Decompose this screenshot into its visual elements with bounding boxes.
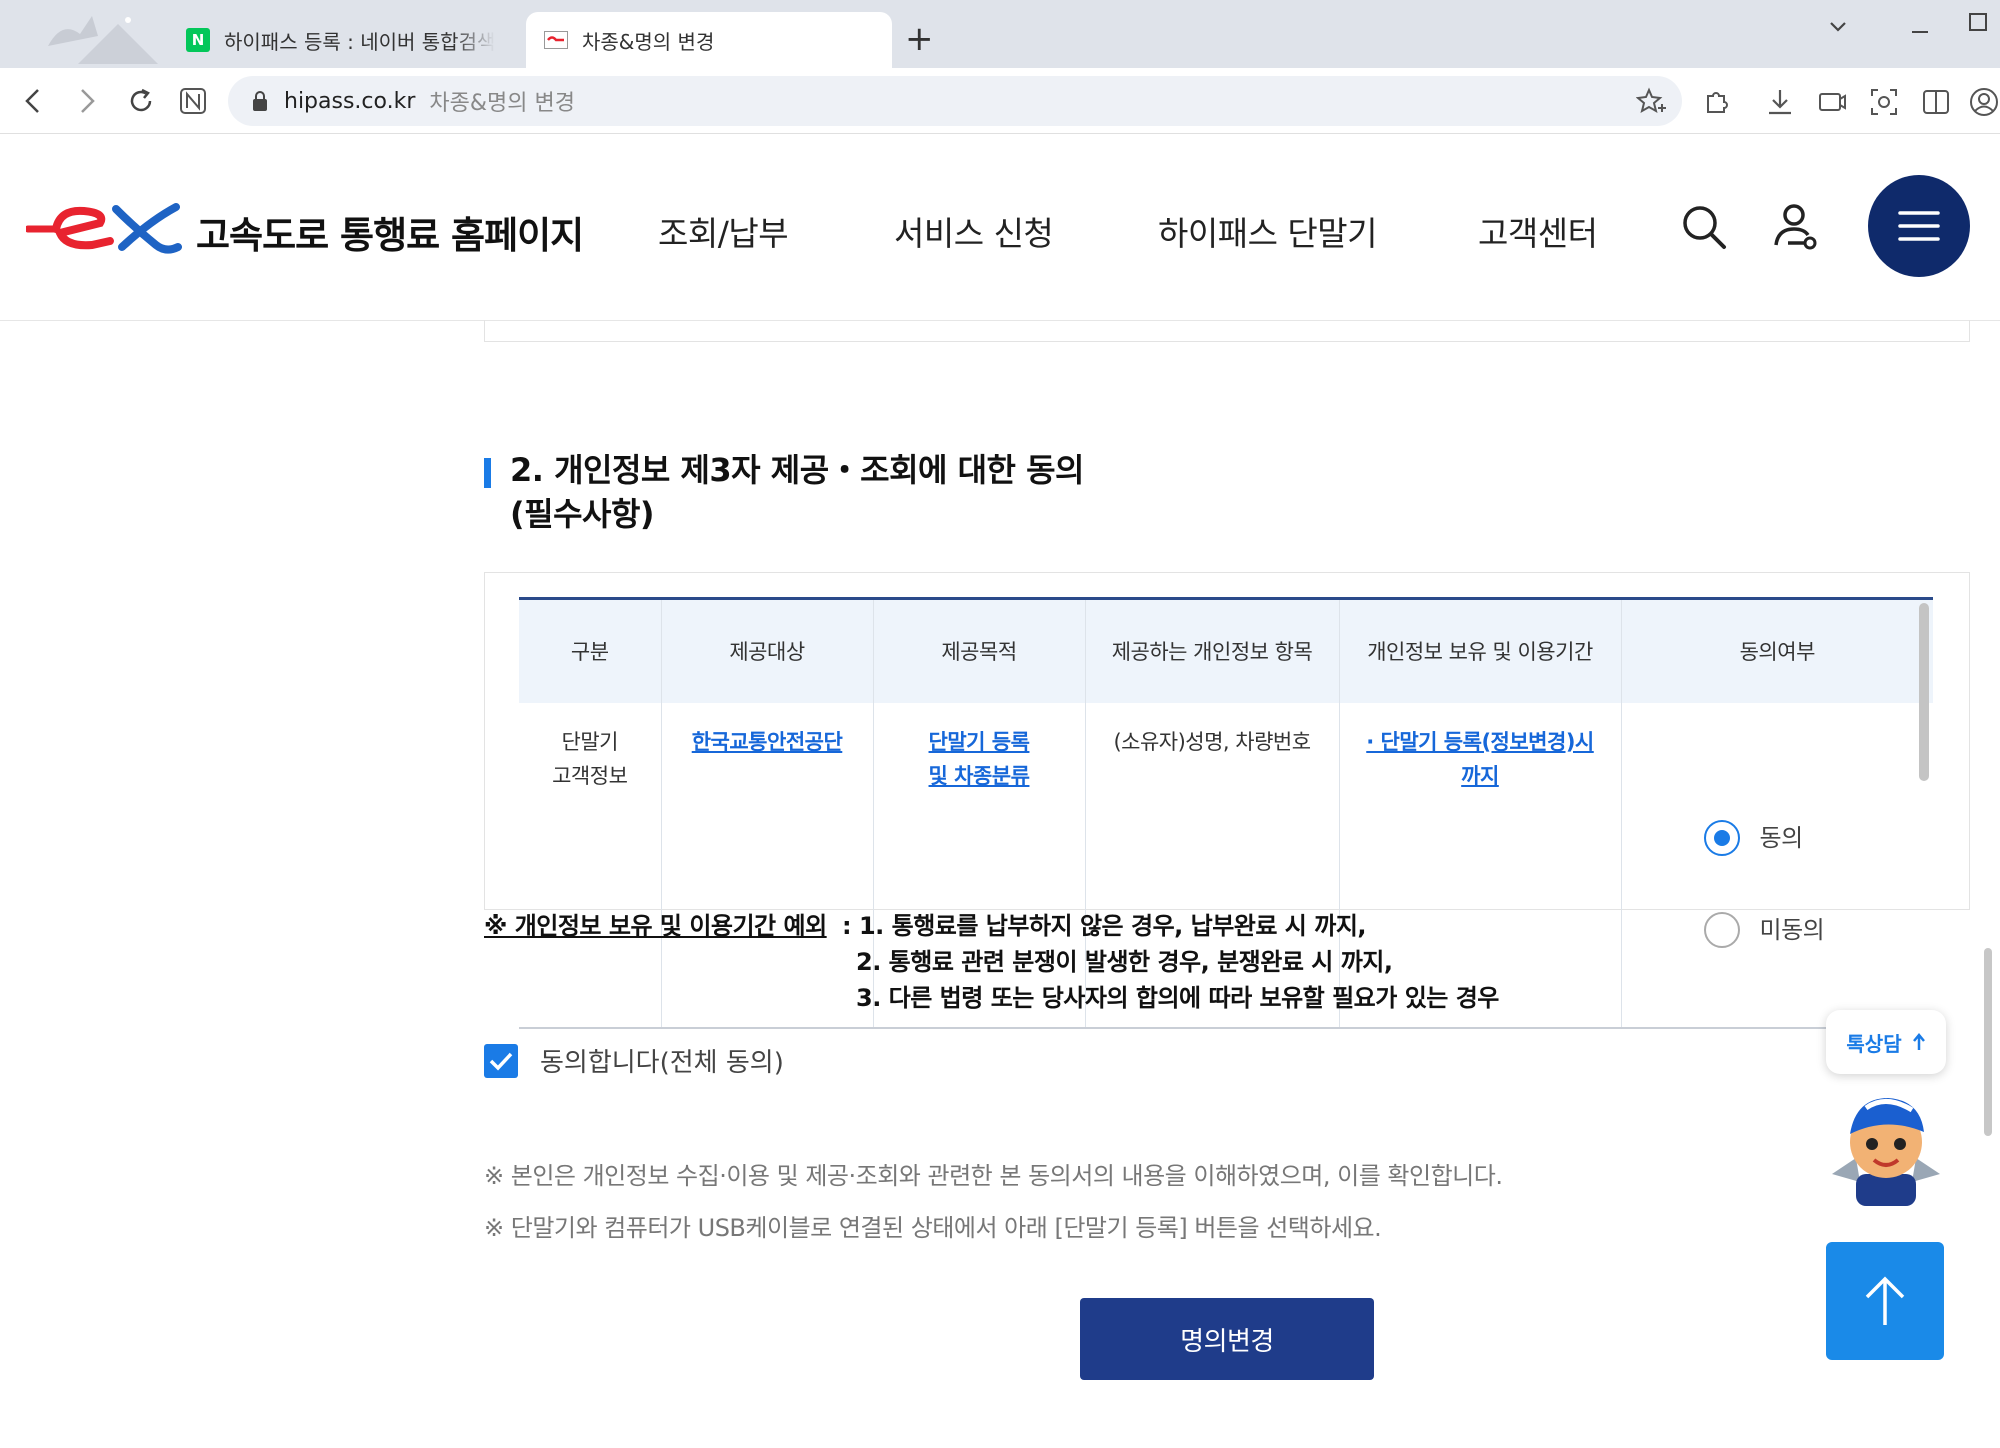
- purpose-link[interactable]: 단말기 등록 및 차종분류: [929, 730, 1030, 788]
- previous-section-box: [484, 320, 1970, 342]
- consent-radio-group: 동의 미동의: [1622, 759, 1934, 993]
- sidebar-icon[interactable]: [1920, 86, 1952, 118]
- site-header: 고속도로 통행료 홈페이지 조회/납부 서비스 신청 하이패스 단말기 고객센터: [0, 135, 2000, 321]
- radio-disagree-label[interactable]: 미동의: [1760, 913, 1825, 947]
- new-tab-button[interactable]: +: [905, 22, 934, 56]
- chatbot-bubble[interactable]: 톡상담: [1826, 1010, 1946, 1074]
- lock-icon: [253, 91, 267, 111]
- page-scrollbar[interactable]: [1984, 948, 1992, 1136]
- notice-item-1: : 1. 통행료를 납부하지 않은 경우, 납부완료 시 까지,: [842, 912, 1367, 940]
- tab-label: 차종&명의 변경: [582, 29, 715, 54]
- nav-customer-center[interactable]: 고객센터: [1478, 207, 1598, 255]
- section-title: 2. 개인정보 제3자 제공・조회에 대한 동의 (필수사항): [510, 451, 1085, 533]
- retention-link[interactable]: · 단말기 등록(정보변경)시 까지: [1366, 730, 1594, 788]
- bookmark-star-icon[interactable]: [1636, 86, 1668, 118]
- col-category: 구분: [519, 598, 661, 703]
- naver-favicon-icon: N: [186, 28, 210, 52]
- forward-icon[interactable]: [70, 84, 104, 118]
- disclaimer-confirm: ※ 본인은 개인정보 수집·이용 및 제공·조회와 관련한 본 동의서의 내용을…: [484, 1162, 1503, 1190]
- screen-capture-icon[interactable]: [1816, 86, 1848, 118]
- tab-naver-search[interactable]: N 하이패스 등록 : 네이버 통합검색: [168, 12, 520, 68]
- ex-favicon-icon: [544, 28, 568, 52]
- browser-toolbar: hipass.co.kr 차종&명의 변경: [0, 68, 2000, 134]
- retention-exception-notice: ※ 개인정보 보유 및 이용기간 예외 : 1. 통행료를 납부하지 않은 경우…: [484, 908, 1499, 1012]
- col-consent: 동의여부: [1620, 598, 1933, 703]
- minimize-icon[interactable]: [1908, 14, 1932, 38]
- tab-vehicle-change[interactable]: 차종&명의 변경: [526, 12, 892, 68]
- radio-disagree[interactable]: 미동의: [1703, 901, 1934, 959]
- col-retention: 개인정보 보유 및 이용기간: [1338, 598, 1621, 703]
- cell-category: 단말기 고객정보: [552, 729, 628, 788]
- nav-hipass-device[interactable]: 하이패스 단말기: [1158, 207, 1378, 255]
- maximize-icon[interactable]: [1966, 10, 1990, 34]
- arrow-up-icon: [1865, 1276, 1905, 1325]
- nav-inquiry-payment[interactable]: 조회/납부: [658, 207, 789, 255]
- download-icon[interactable]: [1764, 86, 1796, 118]
- tab-label: 하이패스 등록 : 네이버 통합검색: [224, 29, 496, 54]
- agree-all-checkbox[interactable]: 동의합니다(전체 동의): [484, 1042, 784, 1079]
- extensions-icon[interactable]: [1700, 86, 1732, 118]
- profile-icon[interactable]: [1968, 86, 2000, 118]
- search-icon[interactable]: [1676, 199, 1732, 255]
- tab-search-chevron-icon[interactable]: [1826, 14, 1850, 38]
- url-page-title: 차종&명의 변경: [429, 91, 575, 116]
- radio-agree-input[interactable]: [1703, 819, 1740, 856]
- nav-service-apply[interactable]: 서비스 신청: [894, 207, 1054, 255]
- radio-agree-label[interactable]: 동의: [1760, 821, 1804, 855]
- radio-disagree-input[interactable]: [1703, 911, 1740, 948]
- lens-icon[interactable]: [1868, 86, 1900, 118]
- address-bar[interactable]: hipass.co.kr 차종&명의 변경: [228, 76, 1682, 126]
- col-recipient: 제공대상: [660, 598, 873, 703]
- table-header-row: 구분 제공대상 제공목적 제공하는 개인정보 항목 개인정보 보유 및 이용기간…: [519, 598, 1933, 703]
- tab-decoration-icon: [48, 16, 158, 64]
- notice-item-3: 3. 다른 법령 또는 당사자의 합의에 따라 보유할 필요가 있는 경우: [856, 984, 1499, 1012]
- all-menu-button[interactable]: [1868, 175, 1970, 277]
- reload-icon[interactable]: [124, 84, 158, 118]
- notice-label: ※ 개인정보 보유 및 이용기간 예외: [484, 912, 827, 940]
- table-scrollbar[interactable]: [1919, 603, 1929, 781]
- chatbot-arrow-icon: [1912, 1033, 1925, 1050]
- notice-item-2: 2. 통행료 관련 분쟁이 발생한 경우, 분쟁완료 시 까지,: [856, 948, 1393, 976]
- chatbot-mascot-icon: [1832, 1098, 1940, 1206]
- chatbot-label[interactable]: 톡상담: [1846, 1028, 1901, 1057]
- cell-recipient: 한국교통안전공단: [660, 702, 873, 1028]
- back-icon[interactable]: [16, 84, 50, 118]
- col-purpose: 제공목적: [872, 598, 1085, 703]
- user-login-icon[interactable]: [1768, 199, 1824, 255]
- ex-logo-icon[interactable]: [26, 199, 182, 255]
- site-name[interactable]: 고속도로 통행료 홈페이지: [196, 205, 584, 259]
- heading-accent-bar: [484, 458, 491, 488]
- col-items: 제공하는 개인정보 항목: [1084, 598, 1339, 703]
- consent-table-container: 구분 제공대상 제공목적 제공하는 개인정보 항목 개인정보 보유 및 이용기간…: [484, 572, 1970, 1028]
- naver-home-icon[interactable]: [176, 84, 210, 118]
- agree-all-label[interactable]: 동의합니다(전체 동의): [540, 1042, 784, 1079]
- checkmark-icon: [489, 1052, 513, 1071]
- url-domain: hipass.co.kr: [284, 88, 416, 114]
- name-change-button[interactable]: 명의변경: [1080, 1298, 1374, 1380]
- cell-consent: 동의 미동의: [1620, 702, 1934, 1028]
- scroll-top-button[interactable]: [1826, 1242, 1944, 1360]
- radio-agree[interactable]: 동의: [1703, 809, 1934, 867]
- chatbot-widget[interactable]: 톡상담: [1826, 1010, 1946, 1208]
- disclaimer-usb: ※ 단말기와 컴퓨터가 USB케이블로 연결된 상태에서 아래 [단말기 등록]…: [484, 1214, 1382, 1242]
- recipient-link[interactable]: 한국교통안전공단: [692, 730, 843, 754]
- browser-tabstrip: N 하이패스 등록 : 네이버 통합검색 차종&명의 변경 +: [0, 0, 2000, 68]
- hamburger-icon: [1898, 211, 1940, 241]
- agree-all-check-input[interactable]: [484, 1043, 518, 1078]
